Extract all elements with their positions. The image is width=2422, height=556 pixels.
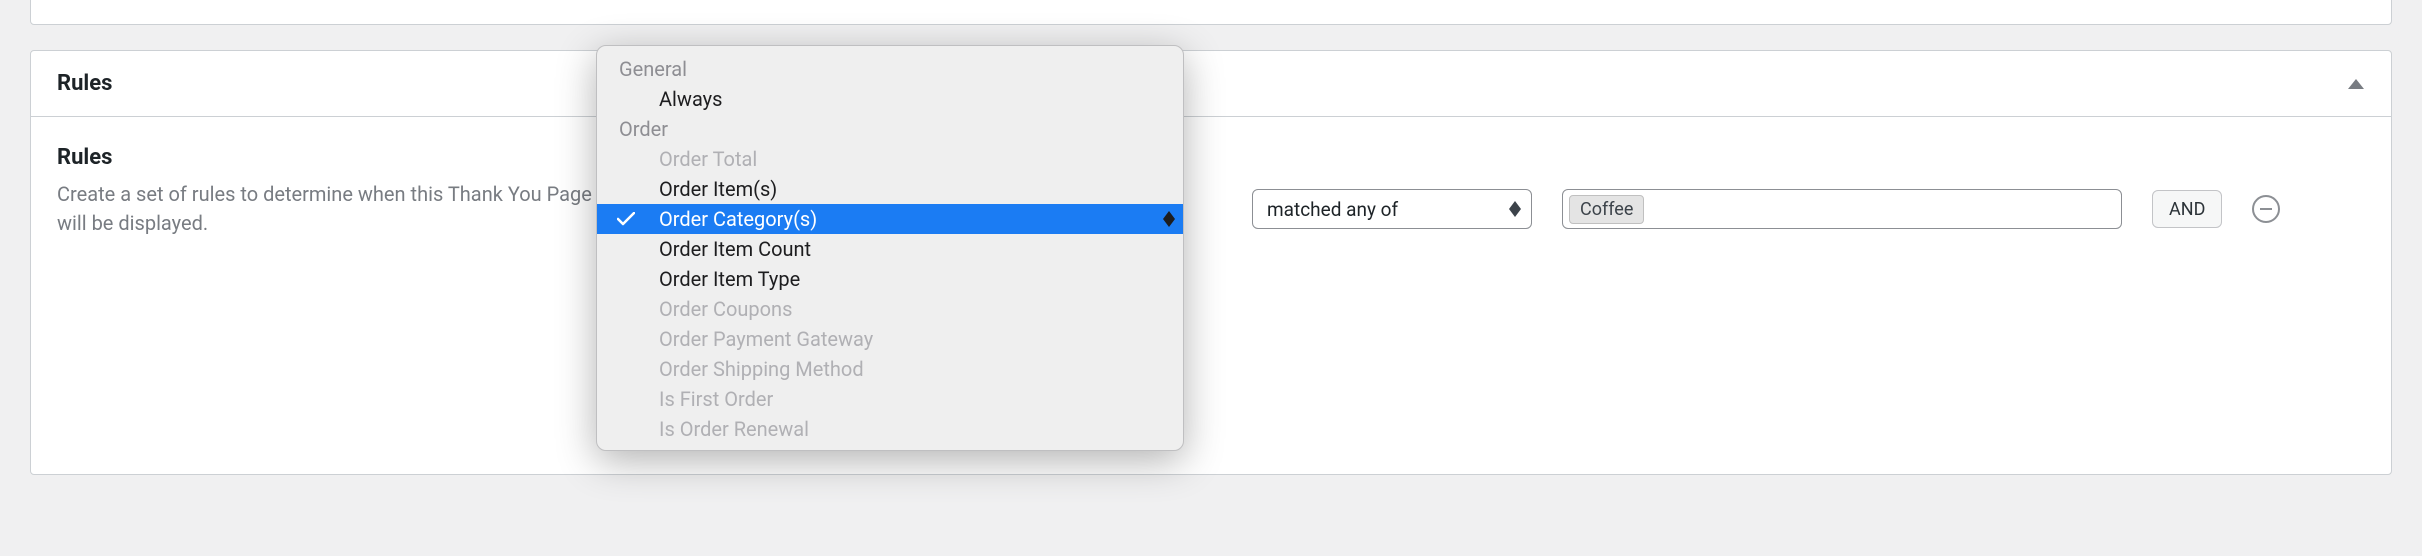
rules-description-block: Rules Create a set of rules to determine… [57, 145, 602, 238]
dropdown-item-order-shipping-method: Order Shipping Method [597, 354, 1183, 384]
dropdown-item-is-first-order: Is First Order [597, 384, 1183, 414]
rules-card-body: Rules Create a set of rules to determine… [31, 117, 2391, 266]
chevron-up-icon [2348, 79, 2364, 89]
tag-chip-coffee[interactable]: Coffee [1569, 195, 1644, 224]
remove-rule-button[interactable] [2252, 195, 2280, 223]
rule-operator-select[interactable]: matched any of [1252, 189, 1532, 229]
dropdown-item-order-item-type[interactable]: Order Item Type [597, 264, 1183, 294]
collapse-toggle[interactable] [2347, 75, 2365, 93]
check-icon [617, 207, 635, 231]
and-button[interactable]: AND [2152, 190, 2222, 228]
dropdown-group-general: General [597, 54, 1183, 84]
dropdown-item-order-items[interactable]: Order Item(s) [597, 174, 1183, 204]
dropdown-item-always[interactable]: Always [597, 84, 1183, 114]
rule-operator-value: matched any of [1267, 198, 1398, 221]
dropdown-item-label: Order Category(s) [659, 207, 817, 231]
dropdown-item-is-order-renewal: Is Order Renewal [597, 414, 1183, 444]
dropdown-item-order-payment-gateway: Order Payment Gateway [597, 324, 1183, 354]
dropdown-item-order-coupons: Order Coupons [597, 294, 1183, 324]
rules-card-header: Rules [31, 51, 2391, 117]
rules-card: Rules Rules Create a set of rules to det… [30, 50, 2392, 475]
rule-type-dropdown[interactable]: General Always Order Order Total Order I… [596, 45, 1184, 451]
dropdown-item-order-item-count[interactable]: Order Item Count [597, 234, 1183, 264]
previous-card-bottom [30, 0, 2392, 25]
rule-value-input[interactable]: Coffee [1562, 189, 2122, 229]
dropdown-item-order-total: Order Total [597, 144, 1183, 174]
select-arrows-icon [1163, 207, 1177, 231]
and-button-label: AND [2169, 199, 2205, 220]
dropdown-item-order-categorys[interactable]: Order Category(s) [597, 204, 1183, 234]
select-arrows-icon [1509, 197, 1523, 221]
rules-card-title: Rules [57, 71, 112, 96]
rules-desc-text: Create a set of rules to determine when … [57, 180, 602, 238]
minus-icon [2259, 202, 2273, 216]
dropdown-group-order: Order [597, 114, 1183, 144]
rules-desc-title: Rules [57, 145, 602, 170]
